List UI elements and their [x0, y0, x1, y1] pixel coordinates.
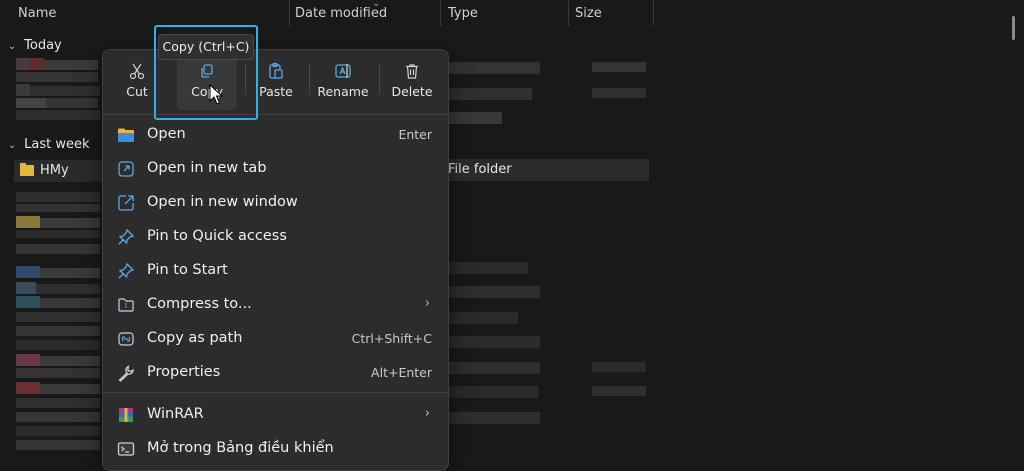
menu-item-properties[interactable]: Properties Alt+Enter: [103, 356, 448, 390]
menu-item-label: WinRAR: [147, 406, 204, 422]
rename-icon: [335, 64, 351, 78]
menu-item-open-in-terminal[interactable]: Mở trong Bảng điều khiển: [103, 432, 448, 466]
file-row-folder[interactable]: HMy: [14, 160, 102, 182]
toolbar-separator: [309, 64, 310, 94]
menu-item-pin-start[interactable]: Pin to Start: [103, 254, 448, 288]
menu-item-label: Pin to Quick access: [147, 228, 287, 244]
menu-item-label: Compress to...: [147, 296, 252, 312]
delete-label: Delete: [391, 84, 433, 99]
trash-icon: [406, 64, 418, 79]
chevron-right-icon: ›: [424, 406, 430, 421]
paste-icon: [269, 62, 283, 79]
new-window-icon: [118, 195, 134, 211]
delete-button[interactable]: Delete: [387, 56, 437, 110]
menu-item-compress[interactable]: Compress to... ›: [103, 288, 448, 322]
column-separator[interactable]: [289, 0, 290, 26]
toolbar-separator: [379, 64, 380, 94]
cut-button[interactable]: Cut: [115, 56, 159, 110]
menu-item-shortcut: Alt+Enter: [371, 365, 432, 380]
paste-label: Paste: [259, 84, 293, 99]
new-tab-icon: [118, 161, 134, 177]
column-size[interactable]: Size: [575, 6, 602, 21]
pin-icon: [118, 228, 135, 245]
menu-divider: [103, 392, 448, 393]
column-type[interactable]: Type: [448, 6, 478, 21]
column-separator[interactable]: [568, 0, 569, 26]
file-name: HMy: [40, 163, 69, 178]
copy-tooltip: Copy (Ctrl+C): [158, 34, 254, 60]
column-separator[interactable]: [440, 0, 441, 26]
menu-item-open[interactable]: Open Enter: [103, 118, 448, 152]
winrar-icon: [119, 408, 133, 422]
terminal-icon: [117, 442, 135, 456]
vertical-scrollbar[interactable]: [1012, 16, 1015, 40]
pin-icon: [118, 262, 135, 279]
menu-item-label: Copy as path: [147, 330, 243, 346]
chevron-down-icon: ⌄: [8, 41, 17, 52]
column-separator[interactable]: [653, 0, 654, 26]
folder-open-icon: [118, 128, 134, 142]
column-date-modified[interactable]: Date modified: [295, 6, 387, 21]
group-label: Today: [24, 38, 62, 53]
copy-path-icon: [118, 332, 134, 346]
column-name[interactable]: Name: [18, 6, 56, 21]
chevron-right-icon: ›: [424, 296, 430, 311]
chevron-down-icon: ⌄: [8, 140, 17, 151]
rename-button[interactable]: Rename: [315, 56, 371, 110]
menu-item-winrar[interactable]: WinRAR ›: [103, 398, 448, 432]
menu-item-label: Pin to Start: [147, 262, 228, 278]
mouse-cursor-icon: [209, 84, 223, 105]
menu-item-open-new-window[interactable]: Open in new window: [103, 186, 448, 220]
file-type-label: File folder: [448, 162, 512, 177]
cut-label: Cut: [126, 84, 148, 99]
group-last-week[interactable]: ⌄ Last week: [8, 137, 90, 152]
menu-item-label: Mở trong Bảng điều khiển: [147, 440, 334, 456]
menu-item-label: Open in new tab: [147, 160, 267, 176]
menu-item-label: Properties: [147, 364, 221, 380]
menu-item-open-new-tab[interactable]: Open in new tab: [103, 152, 448, 186]
paste-button[interactable]: Paste: [251, 56, 301, 110]
zip-icon: [118, 298, 134, 312]
scissors-icon: [129, 63, 145, 80]
file-type-cell: File folder: [440, 159, 649, 181]
menu-item-shortcut: Enter: [398, 127, 432, 142]
menu-item-label: Open in new window: [147, 194, 298, 210]
menu-item-copy-as-path[interactable]: Copy as path Ctrl+Shift+C: [103, 322, 448, 356]
menu-item-shortcut: Ctrl+Shift+C: [351, 331, 432, 346]
wrench-icon: [118, 365, 134, 382]
group-label: Last week: [24, 137, 90, 152]
menu-item-pin-quick-access[interactable]: Pin to Quick access: [103, 220, 448, 254]
group-today[interactable]: ⌄ Today: [8, 38, 62, 53]
column-header-row: Name ⌄ Date modified Type Size: [0, 0, 1024, 28]
menu-item-label: Open: [147, 126, 186, 142]
rename-label: Rename: [317, 84, 369, 99]
folder-icon: [20, 163, 34, 176]
